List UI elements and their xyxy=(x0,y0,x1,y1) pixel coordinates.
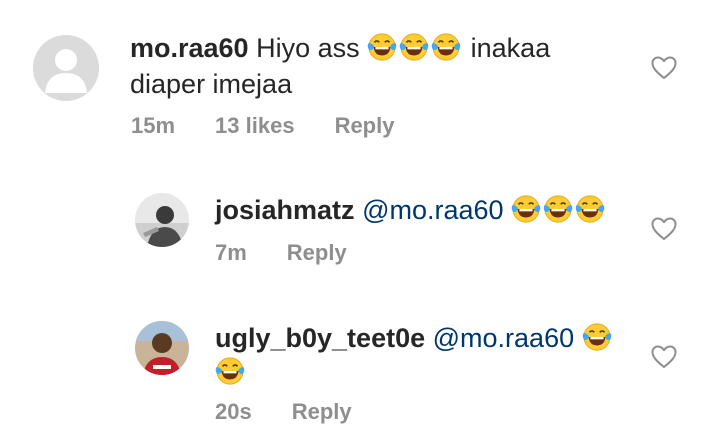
comment-meta: 20s Reply xyxy=(215,399,392,425)
avatar[interactable] xyxy=(135,193,189,247)
heart-outline-icon[interactable] xyxy=(651,56,677,80)
timestamp: 15m xyxy=(131,113,176,138)
reply-button[interactable]: Reply xyxy=(292,399,352,424)
comment-meta: 7m Reply xyxy=(215,240,387,266)
heart-outline-icon[interactable] xyxy=(651,345,677,369)
username[interactable]: josiahmatz xyxy=(215,195,355,225)
face-with-tears-of-joy-emoji xyxy=(511,194,541,224)
comment-meta: 15m 13 likes Reply xyxy=(131,113,434,139)
face-with-tears-of-joy-emoji xyxy=(367,32,397,62)
comment-text: Hiyo ass xyxy=(256,33,360,63)
timestamp: 20s xyxy=(215,399,252,424)
face-with-tears-of-joy-emoji xyxy=(399,32,429,62)
face-with-tears-of-joy-emoji xyxy=(431,32,461,62)
reply-button[interactable]: Reply xyxy=(335,113,395,138)
heart-outline-icon[interactable] xyxy=(651,217,677,241)
comment-text-line1: ugly_b0y_teet0e @mo.raa60 xyxy=(215,322,614,354)
face-with-tears-of-joy-emoji xyxy=(582,322,612,352)
comment-text-line1: mo.raa60 Hiyo ass inakaa xyxy=(130,32,550,64)
comment-text: inakaa xyxy=(470,33,551,63)
comment-text: diaper imejaa xyxy=(130,69,293,99)
reply-button[interactable]: Reply xyxy=(287,240,347,265)
comment-text-line2: diaper imejaa xyxy=(130,68,292,100)
face-with-tears-of-joy-emoji xyxy=(575,194,605,224)
avatar[interactable] xyxy=(135,321,189,375)
user-photo-josiahmatz xyxy=(135,193,189,247)
mention-link[interactable]: @mo.raa60 xyxy=(433,323,574,353)
default-avatar-icon xyxy=(33,35,99,101)
comment-text-line1: josiahmatz @mo.raa60 xyxy=(215,194,607,226)
avatar[interactable] xyxy=(33,35,99,101)
mention-link[interactable]: @mo.raa60 xyxy=(362,195,503,225)
timestamp: 7m xyxy=(215,240,247,265)
username[interactable]: ugly_b0y_teet0e xyxy=(215,323,425,353)
username[interactable]: mo.raa60 xyxy=(130,33,249,63)
face-with-tears-of-joy-emoji xyxy=(543,194,573,224)
likes-count[interactable]: 13 likes xyxy=(215,113,295,138)
comment-text-line2 xyxy=(215,356,247,388)
user-photo-ugly_b0y_teet0e xyxy=(135,321,189,375)
face-with-tears-of-joy-emoji xyxy=(215,356,245,386)
